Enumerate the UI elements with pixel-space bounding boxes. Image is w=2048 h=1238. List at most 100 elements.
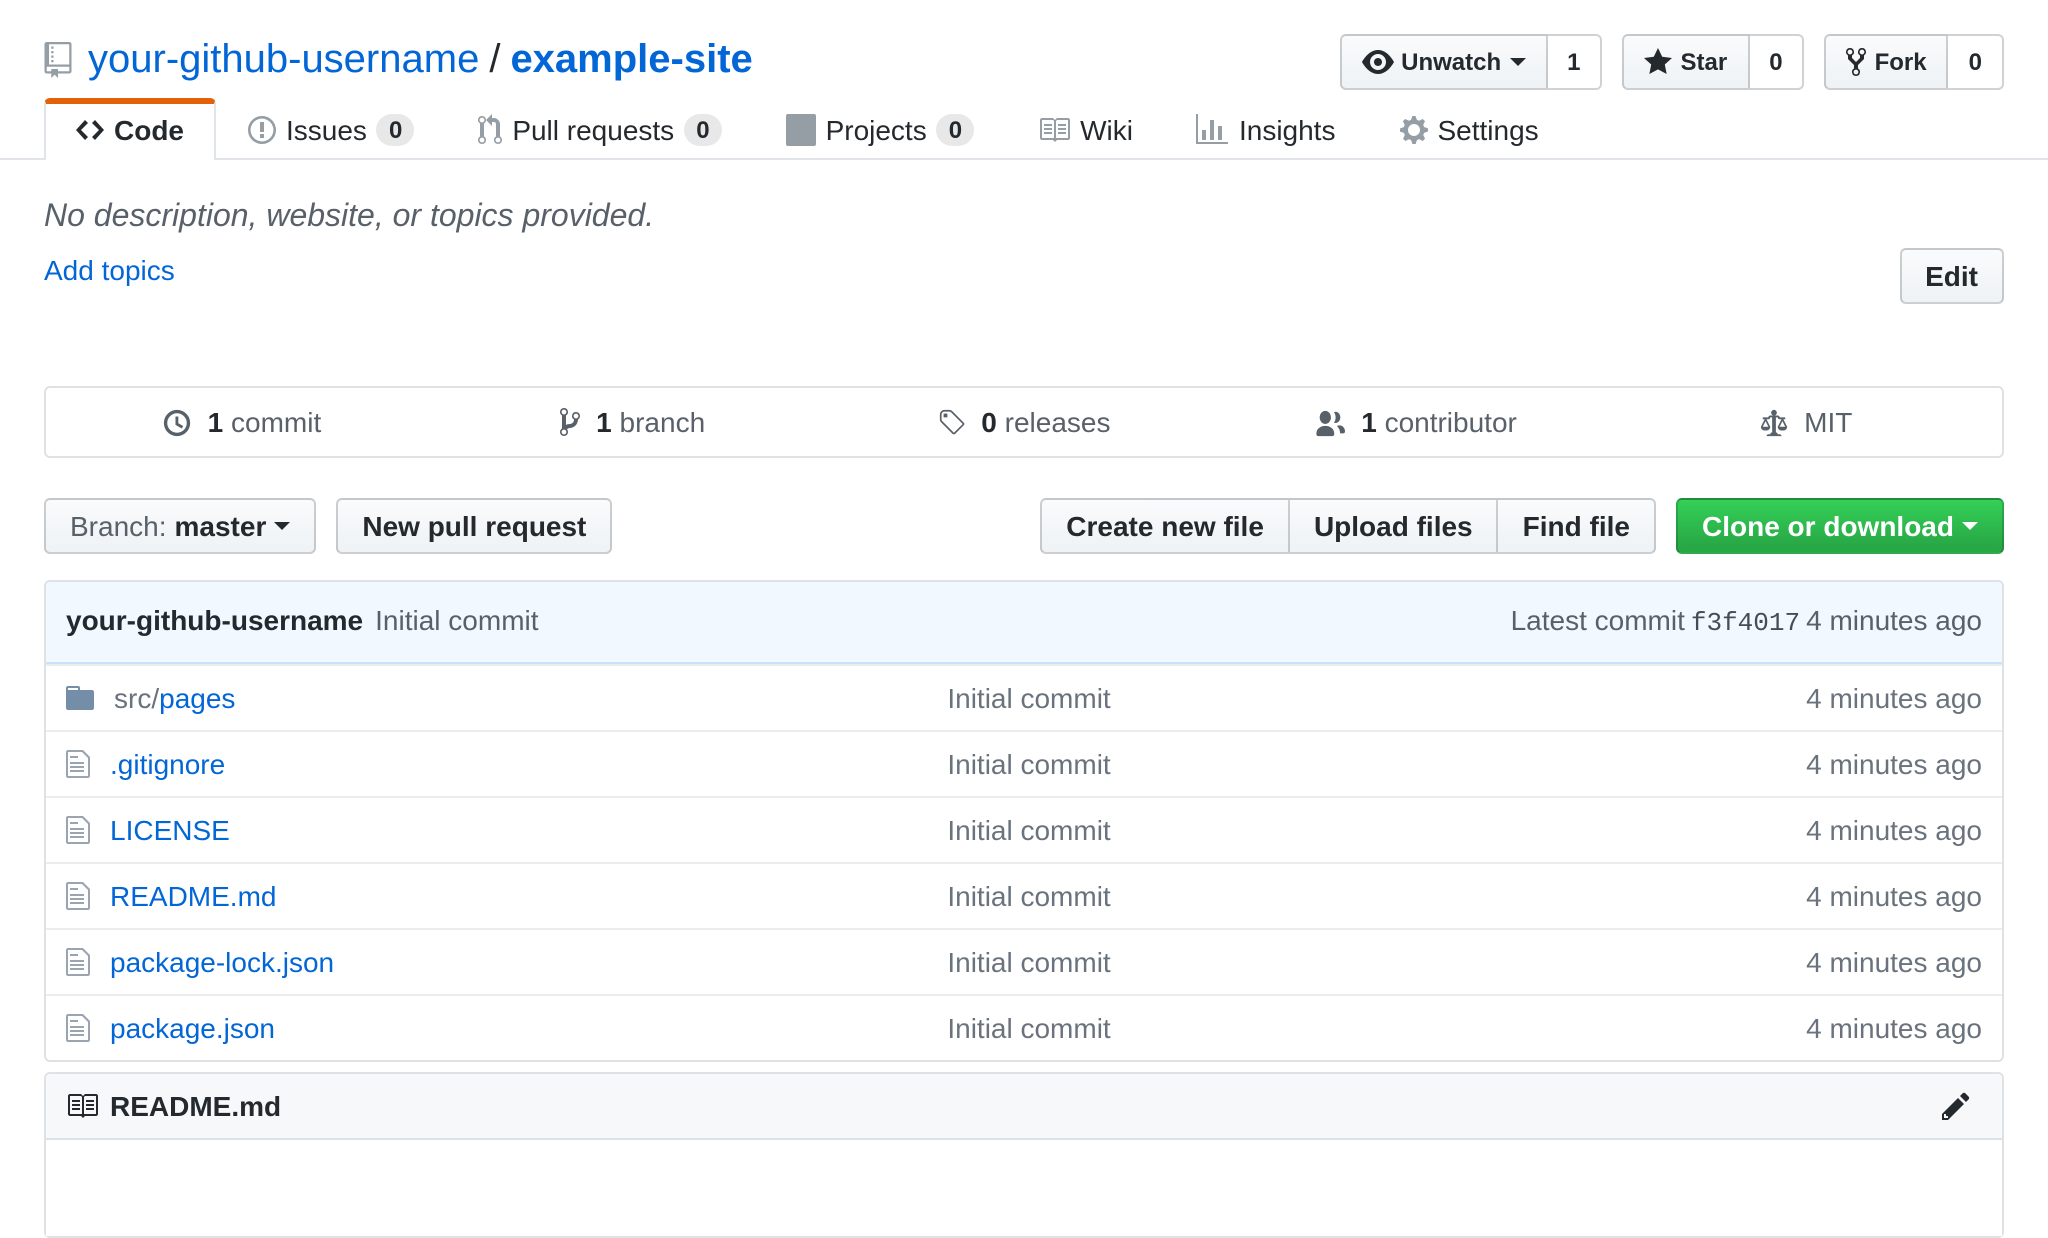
latest-commit-bar: your-github-usernameInitial commit Lates… xyxy=(46,582,2002,664)
star-icon xyxy=(1645,46,1673,78)
readme-title: README.md xyxy=(110,1086,281,1126)
add-topics-link[interactable]: Add topics xyxy=(44,250,175,290)
file-list-box: your-github-usernameInitial commit Lates… xyxy=(44,580,2004,1062)
file-icon xyxy=(66,946,90,978)
commits-stat[interactable]: 1 commit xyxy=(46,388,437,456)
tab-projects[interactable]: Projects 0 xyxy=(754,98,1007,160)
path-separator: / xyxy=(489,32,500,88)
file-row: src/pages Initial commit 4 minutes ago xyxy=(46,664,2002,730)
file-row: .gitignore Initial commit 4 minutes ago xyxy=(46,730,2002,796)
row-commit-message[interactable]: Initial commit xyxy=(947,814,1110,846)
page-header: your-github-username / example-site Unwa… xyxy=(0,0,2048,160)
projects-count-badge: 0 xyxy=(937,114,974,146)
row-age: 4 minutes ago xyxy=(1662,678,1982,718)
row-age: 4 minutes ago xyxy=(1662,942,1982,982)
readme-section: README.md xyxy=(44,1072,2004,1238)
repo-nav: Code Issues 0 Pull requests 0 Projects 0 xyxy=(44,98,2004,158)
people-icon xyxy=(1313,408,1345,438)
file-link[interactable]: README.md xyxy=(110,880,276,912)
tab-wiki[interactable]: Wiki xyxy=(1006,98,1165,160)
eye-icon xyxy=(1361,46,1393,78)
branches-stat[interactable]: 1 branch xyxy=(437,388,828,456)
tag-icon xyxy=(937,408,965,438)
commit-sha-link[interactable]: f3f4017 xyxy=(1691,608,1800,638)
file-row: LICENSE Initial commit 4 minutes ago xyxy=(46,796,2002,862)
readme-header: README.md xyxy=(46,1074,2002,1140)
unwatch-button[interactable]: Unwatch xyxy=(1339,34,1547,90)
repo-content: No description, website, or topics provi… xyxy=(44,196,2004,1238)
stargazers-count[interactable]: 0 xyxy=(1749,34,1804,90)
book-icon xyxy=(1038,114,1070,146)
row-commit-message[interactable]: Initial commit xyxy=(947,946,1110,978)
file-link[interactable]: .gitignore xyxy=(110,748,225,780)
row-age: 4 minutes ago xyxy=(1662,876,1982,916)
directory-prefix[interactable]: src/ xyxy=(114,682,159,714)
file-link[interactable]: LICENSE xyxy=(110,814,230,846)
tab-insights[interactable]: Insights xyxy=(1165,98,1368,160)
commit-message-link[interactable]: Initial commit xyxy=(375,604,538,636)
history-icon xyxy=(162,408,192,438)
file-link[interactable]: package-lock.json xyxy=(110,946,334,978)
commit-author-link[interactable]: your-github-username xyxy=(66,604,363,636)
file-icon xyxy=(66,748,90,780)
tab-issues[interactable]: Issues 0 xyxy=(216,98,446,160)
issue-opened-icon xyxy=(248,114,276,146)
repo-owner-link[interactable]: your-github-username xyxy=(88,32,479,88)
repo-icon xyxy=(44,42,72,78)
github-repo-page: your-github-username / example-site Unwa… xyxy=(0,0,2048,1175)
clone-or-download-button[interactable]: Clone or download xyxy=(1676,498,2004,554)
row-commit-message[interactable]: Initial commit xyxy=(947,1012,1110,1044)
git-branch-icon xyxy=(560,406,580,438)
star-button[interactable]: Star xyxy=(1623,34,1750,90)
repo-description: No description, website, or topics provi… xyxy=(44,196,2004,240)
tab-code[interactable]: Code xyxy=(44,98,216,160)
file-navigation-toolbar: Branch: master New pull request Create n… xyxy=(44,498,2004,554)
fork-button[interactable]: Fork xyxy=(1825,34,1949,90)
releases-stat[interactable]: 0 releases xyxy=(828,388,1219,456)
about-section: No description, website, or topics provi… xyxy=(44,196,2004,290)
file-link[interactable]: package.json xyxy=(110,1012,275,1044)
book-icon xyxy=(66,1090,98,1122)
tab-pull-requests[interactable]: Pull requests 0 xyxy=(446,98,753,160)
project-icon xyxy=(786,114,816,146)
caret-down-icon xyxy=(274,522,290,530)
watchers-count[interactable]: 1 xyxy=(1547,34,1602,90)
commit-time: 4 minutes ago xyxy=(1806,604,1982,636)
row-age: 4 minutes ago xyxy=(1662,810,1982,850)
find-file-button[interactable]: Find file xyxy=(1497,498,1656,554)
caret-down-icon xyxy=(1962,522,1978,530)
row-age: 4 minutes ago xyxy=(1662,744,1982,784)
file-icon xyxy=(66,1012,90,1044)
repo-breadcrumb: your-github-username / example-site xyxy=(44,32,753,88)
file-row: README.md Initial commit 4 minutes ago xyxy=(46,862,2002,928)
pencil-icon[interactable] xyxy=(1942,1090,1970,1122)
repo-name-link[interactable]: example-site xyxy=(510,32,752,88)
tab-settings[interactable]: Settings xyxy=(1367,98,1570,160)
row-commit-message[interactable]: Initial commit xyxy=(947,682,1110,714)
create-new-file-button[interactable]: Create new file xyxy=(1040,498,1288,554)
repo-forked-icon xyxy=(1847,46,1867,78)
row-commit-message[interactable]: Initial commit xyxy=(947,748,1110,780)
contributors-stat[interactable]: 1 contributor xyxy=(1220,388,1611,456)
current-branch: master xyxy=(175,506,267,546)
pulls-count-badge: 0 xyxy=(684,114,721,146)
row-commit-message[interactable]: Initial commit xyxy=(947,880,1110,912)
folder-icon xyxy=(66,682,94,714)
gear-icon xyxy=(1399,114,1427,146)
row-age: 4 minutes ago xyxy=(1662,1008,1982,1048)
new-pull-request-button[interactable]: New pull request xyxy=(336,498,612,554)
forks-count[interactable]: 0 xyxy=(1949,34,2004,90)
file-actions-group: Create new file Upload files Find file xyxy=(1040,498,1656,554)
code-icon xyxy=(76,114,104,146)
repo-actions: Unwatch 1 Star 0 xyxy=(1319,34,2004,90)
branch-select-button[interactable]: Branch: master xyxy=(44,498,316,554)
license-stat[interactable]: MIT xyxy=(1611,388,2002,456)
file-link[interactable]: pages xyxy=(159,682,235,714)
issues-count-badge: 0 xyxy=(377,114,414,146)
graph-icon xyxy=(1197,114,1229,146)
edit-description-button[interactable]: Edit xyxy=(1899,248,2004,304)
caret-down-icon xyxy=(1509,58,1525,66)
file-icon xyxy=(66,814,90,846)
upload-files-button[interactable]: Upload files xyxy=(1288,498,1497,554)
repo-stats-bar: 1 commit 1 branch 0 releases 1 contribut… xyxy=(44,386,2004,458)
